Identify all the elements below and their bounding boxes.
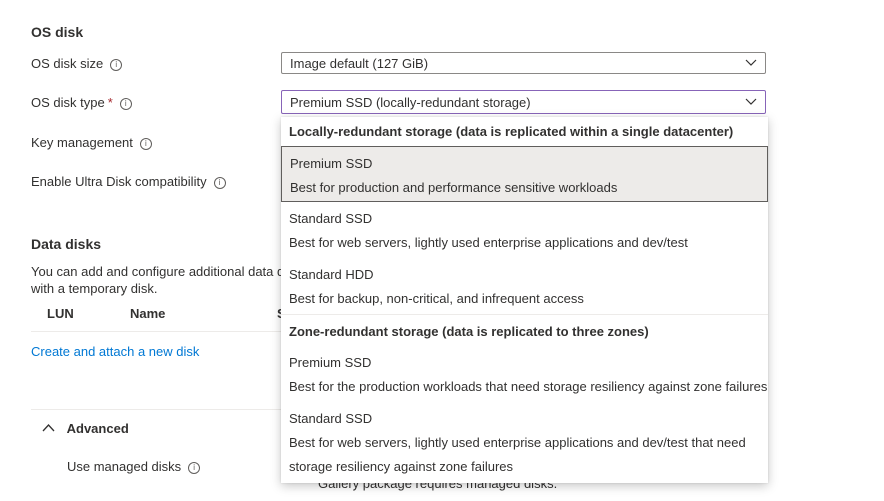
option-description: Best for the production workloads that n…: [289, 379, 768, 394]
option-description-continued: storage resiliency against zone failures: [289, 459, 514, 474]
os-disk-size-value: Image default (127 GiB): [290, 56, 429, 71]
os-disk-type-label: OS disk type: [31, 95, 105, 110]
info-icon[interactable]: i: [119, 98, 132, 110]
option-description: Best for production and performance sens…: [290, 180, 618, 195]
option-title: Premium SSD: [290, 156, 373, 171]
option-title: Standard SSD: [289, 411, 373, 426]
key-management-label: Key management: [31, 135, 133, 150]
data-disks-description-line2: with a temporary disk.: [31, 281, 158, 296]
table-header-divider: [31, 331, 291, 332]
os-disk-title: OS disk: [31, 24, 84, 40]
group-divider: [281, 314, 768, 315]
os-disk-type-value: Premium SSD (locally-redundant storage): [290, 95, 531, 110]
ultra-disk-label-row: Enable Ultra Disk compatibility i: [31, 174, 226, 189]
option-description: Best for backup, non-critical, and infre…: [289, 291, 584, 306]
group-header-zrs: Zone-redundant storage (data is replicat…: [289, 324, 649, 339]
info-icon[interactable]: i: [188, 462, 201, 474]
create-attach-disk-link[interactable]: Create and attach a new disk: [31, 344, 199, 359]
os-disk-size-label: OS disk size: [31, 56, 104, 71]
advanced-toggle[interactable]: Advanced: [42, 421, 129, 436]
data-disks-title: Data disks: [31, 236, 102, 252]
os-disk-size-label-row: OS disk size i: [31, 56, 123, 71]
advanced-divider: [31, 409, 291, 410]
advanced-title: Advanced: [66, 421, 129, 436]
info-icon[interactable]: i: [110, 59, 123, 71]
os-disk-type-dropdown: Locally-redundant storage (data is repli…: [281, 117, 768, 483]
os-disk-type-select[interactable]: Premium SSD (locally-redundant storage): [281, 90, 766, 114]
ultra-disk-label: Enable Ultra Disk compatibility: [31, 174, 207, 189]
option-title: Standard SSD: [289, 211, 373, 226]
column-header-name: Name: [130, 306, 166, 321]
option-zrs-standard-ssd[interactable]: Standard SSD Best for web servers, light…: [281, 403, 768, 481]
managed-disks-label-row: Use managed disks i: [67, 459, 201, 474]
option-description: Best for web servers, lightly used enter…: [289, 235, 688, 250]
data-disks-description-line1: You can add and configure additional dat…: [31, 264, 285, 279]
group-header-lrs: Locally-redundant storage (data is repli…: [289, 124, 734, 139]
required-marker: *: [107, 95, 113, 110]
managed-disks-label: Use managed disks: [67, 459, 182, 474]
option-description: Best for web servers, lightly used enter…: [289, 435, 746, 450]
chevron-up-icon: [42, 424, 55, 432]
info-icon[interactable]: i: [139, 138, 152, 150]
column-header-lun: LUN: [47, 306, 74, 321]
option-lrs-premium-ssd[interactable]: Premium SSD Best for production and perf…: [281, 146, 768, 202]
key-management-label-row: Key management i: [31, 135, 152, 150]
chevron-down-icon: [745, 98, 757, 105]
chevron-down-icon: [745, 59, 757, 66]
option-title: Premium SSD: [289, 355, 372, 370]
option-title: Standard HDD: [289, 267, 374, 282]
os-disk-type-label-row: OS disk type * i: [31, 95, 132, 110]
os-disk-size-select[interactable]: Image default (127 GiB): [281, 52, 766, 74]
option-zrs-premium-ssd[interactable]: Premium SSD Best for the production work…: [281, 347, 768, 403]
info-icon[interactable]: i: [213, 177, 226, 189]
option-lrs-standard-ssd[interactable]: Standard SSD Best for web servers, light…: [281, 203, 768, 259]
option-lrs-standard-hdd[interactable]: Standard HDD Best for backup, non-critic…: [281, 259, 768, 315]
